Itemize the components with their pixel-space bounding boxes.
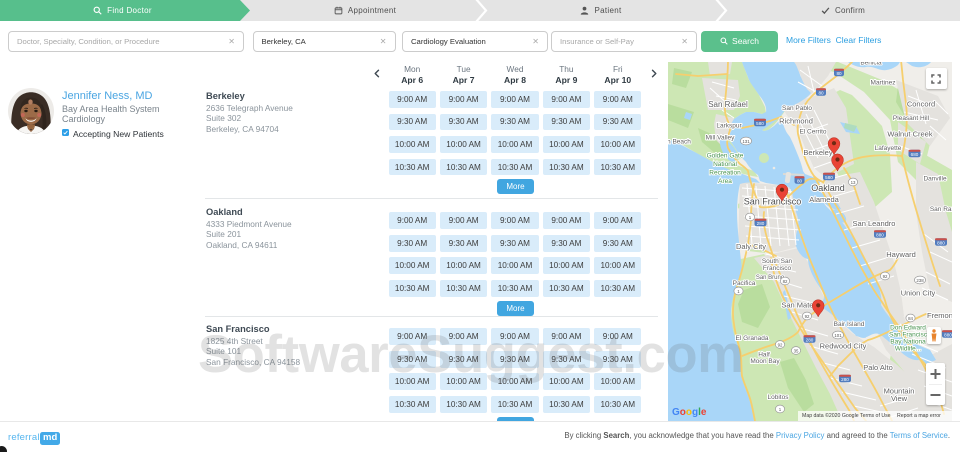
svg-text:Danville: Danville <box>923 176 947 183</box>
svg-text:San Rafael: San Rafael <box>708 100 748 109</box>
svg-text:Moon Bay: Moon Bay <box>750 358 780 365</box>
svg-text:82: 82 <box>783 279 788 284</box>
svg-text:Lafayette: Lafayette <box>875 145 902 152</box>
svg-text:Union City: Union City <box>901 289 936 298</box>
svg-text:131: 131 <box>742 139 750 144</box>
svg-text:101: 101 <box>834 333 842 338</box>
svg-text:Berkeley: Berkeley <box>803 148 832 157</box>
svg-text:92: 92 <box>805 314 810 319</box>
svg-text:92: 92 <box>883 274 888 279</box>
svg-text:Wildlife...: Wildlife... <box>895 346 922 353</box>
svg-text:El Cerrito: El Cerrito <box>799 129 826 136</box>
svg-text:Benicia: Benicia <box>860 62 882 67</box>
svg-text:Walnut Creek: Walnut Creek <box>887 130 932 139</box>
svg-text:Daly City: Daly City <box>736 242 766 251</box>
svg-text:Francisco: Francisco <box>763 265 792 272</box>
svg-text:Martinez: Martinez <box>871 80 896 87</box>
svg-text:92: 92 <box>778 342 783 347</box>
svg-text:580: 580 <box>756 121 764 126</box>
svg-text:inson Beach: inson Beach <box>668 139 691 146</box>
svg-text:Bay Nationa: Bay Nationa <box>890 339 926 346</box>
svg-text:Concord: Concord <box>907 100 935 109</box>
svg-text:National: National <box>713 161 737 168</box>
svg-text:Area: Area <box>718 178 732 185</box>
svg-text:Mill Valley: Mill Valley <box>706 135 736 142</box>
svg-text:View: View <box>891 394 908 403</box>
svg-text:Golden Gate: Golden Gate <box>707 153 744 160</box>
svg-text:San Pablo: San Pablo <box>782 105 812 112</box>
svg-text:880: 880 <box>937 241 945 246</box>
svg-text:280: 280 <box>841 377 849 382</box>
svg-text:Hayward: Hayward <box>886 250 916 259</box>
svg-text:Fremont: Fremont <box>927 311 952 320</box>
svg-text:35: 35 <box>794 348 799 353</box>
svg-text:Don Edward: Don Edward <box>890 325 926 332</box>
svg-text:880: 880 <box>944 333 952 338</box>
svg-text:Richmond: Richmond <box>779 117 813 126</box>
svg-text:680: 680 <box>911 152 919 157</box>
svg-text:San Ramon: San Ramon <box>930 206 952 213</box>
svg-text:Pacifica: Pacifica <box>733 280 756 287</box>
svg-text:Alameda: Alameda <box>809 195 839 204</box>
svg-text:San Leandro: San Leandro <box>853 219 896 228</box>
svg-text:238: 238 <box>916 278 924 283</box>
svg-text:Bair Island: Bair Island <box>834 321 865 328</box>
svg-text:San Francisco: San Francisco <box>744 197 802 207</box>
svg-text:84: 84 <box>908 316 913 321</box>
svg-text:80: 80 <box>836 71 842 76</box>
svg-text:Palo Alto: Palo Alto <box>863 363 893 372</box>
svg-text:Larkspur: Larkspur <box>716 123 742 130</box>
svg-text:80: 80 <box>797 179 803 184</box>
svg-text:280: 280 <box>757 221 765 226</box>
svg-text:Recreation: Recreation <box>709 170 741 177</box>
svg-text:Oakland: Oakland <box>811 183 845 193</box>
svg-text:280: 280 <box>806 338 814 343</box>
svg-text:880: 880 <box>876 233 884 238</box>
svg-text:580: 580 <box>825 175 833 180</box>
svg-text:Pleasant Hill: Pleasant Hill <box>893 115 930 122</box>
svg-text:South San: South San <box>762 258 793 265</box>
svg-text:13: 13 <box>851 180 856 185</box>
svg-text:80: 80 <box>818 91 824 96</box>
svg-text:Lobitos: Lobitos <box>768 394 790 401</box>
svg-text:Redwood City: Redwood City <box>820 342 867 351</box>
svg-text:San Francisc: San Francisc <box>889 332 928 339</box>
